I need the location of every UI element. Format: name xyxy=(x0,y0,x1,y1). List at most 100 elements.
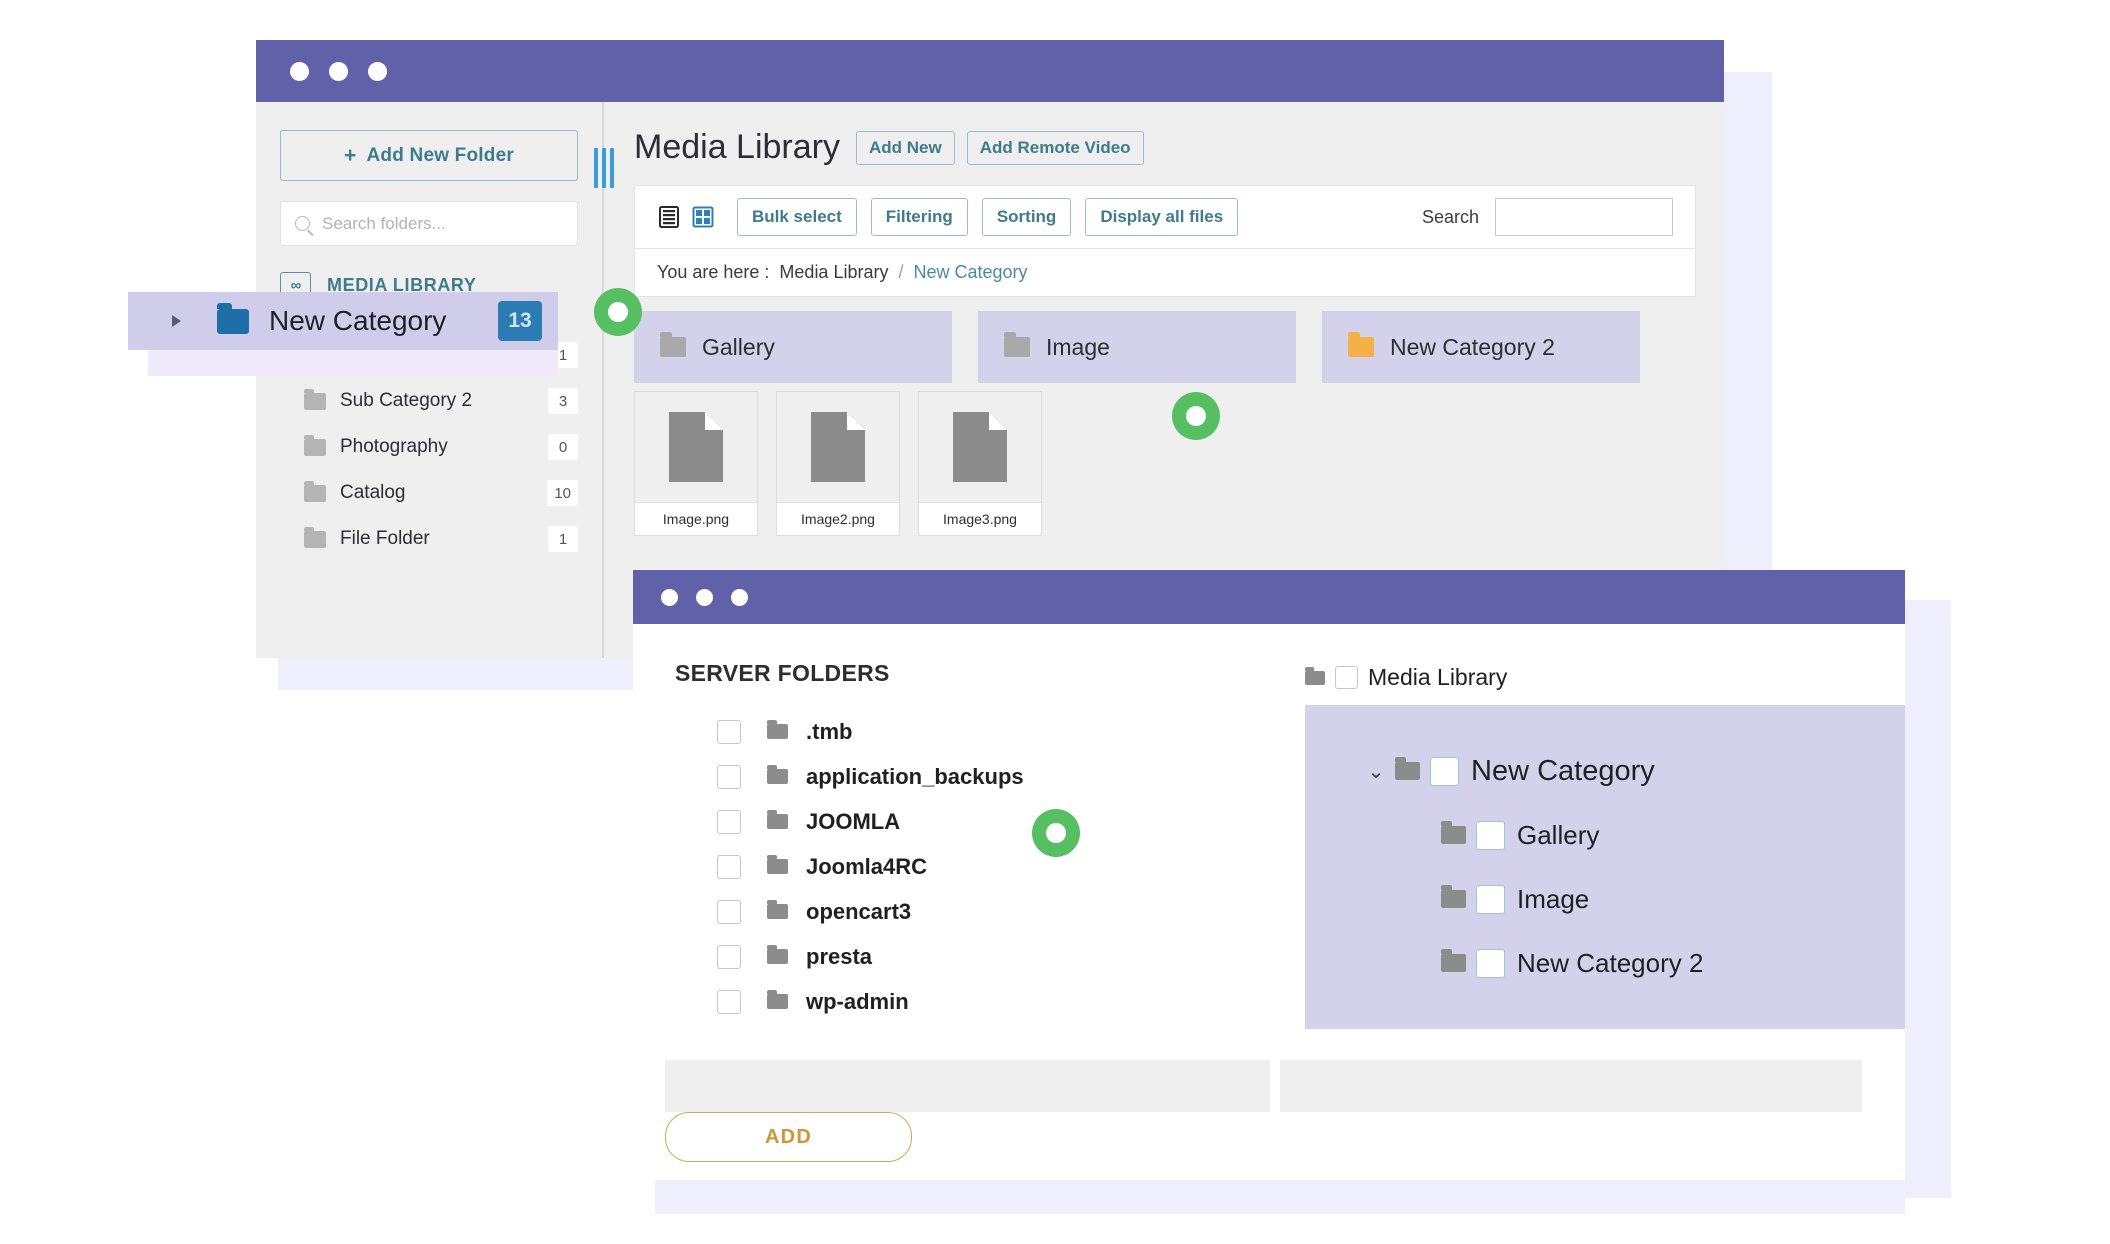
server-folder-checkbox[interactable] xyxy=(717,764,741,789)
file-name: Image.png xyxy=(635,502,757,535)
server-folder-row[interactable]: JOOMLA xyxy=(717,799,1277,844)
breadcrumb-prefix: You are here : xyxy=(657,262,770,282)
tree-row-new-category-2[interactable]: New Category 2 xyxy=(1365,931,1905,995)
search-icon xyxy=(295,216,310,231)
tree-checkbox[interactable] xyxy=(1476,820,1505,850)
add-remote-video-button[interactable]: Add Remote Video xyxy=(966,130,1144,165)
breadcrumb: You are here : Media Library / New Categ… xyxy=(634,249,1696,297)
chevron-down-icon[interactable]: ⌄ xyxy=(1365,759,1387,784)
folder-icon xyxy=(767,855,788,874)
sidebar-resize-handle[interactable] xyxy=(594,148,614,188)
folder-icon xyxy=(767,810,788,829)
window-titlebar-top xyxy=(256,40,1724,102)
window-dot-1[interactable] xyxy=(661,588,678,606)
selected-folder-row-shadow xyxy=(148,350,558,376)
tree-root-media-library[interactable]: Media Library xyxy=(1305,664,1905,691)
tree-checkbox[interactable] xyxy=(1476,948,1505,978)
folder-icon xyxy=(1348,332,1374,357)
add-button[interactable]: ADD xyxy=(665,1112,912,1162)
window-dot-3[interactable] xyxy=(731,588,748,606)
folder-icon xyxy=(304,434,326,456)
resize-grip-bar xyxy=(602,148,606,188)
add-new-folder-label: Add New Folder xyxy=(366,144,514,166)
server-folder-row[interactable]: .tmb xyxy=(717,709,1277,754)
server-folder-row[interactable]: presta xyxy=(717,934,1277,979)
sorting-button[interactable]: Sorting xyxy=(981,198,1072,236)
search-folders-input[interactable]: Search folders... xyxy=(280,201,578,246)
server-folder-label: presta xyxy=(806,943,873,969)
file-item[interactable]: Image.png xyxy=(634,391,758,536)
window-dot-2[interactable] xyxy=(329,61,348,81)
server-folder-row[interactable]: wp-admin xyxy=(717,979,1277,1024)
tree-row-new-category[interactable]: ⌄ New Category xyxy=(1365,739,1905,803)
folder-card-new-category-2[interactable]: New Category 2 xyxy=(1322,311,1640,383)
tree-item-label: New Category xyxy=(1471,754,1655,787)
tree-item-label: Image xyxy=(1517,883,1590,914)
bulk-select-button[interactable]: Bulk select xyxy=(737,198,857,236)
collapsed-caret-icon[interactable] xyxy=(172,315,181,327)
tree-checkbox[interactable] xyxy=(1476,884,1505,914)
folder-card-gallery[interactable]: Gallery xyxy=(634,311,952,383)
file-item[interactable]: Image2.png xyxy=(776,391,900,536)
search-input[interactable] xyxy=(1495,198,1673,236)
shadow-layer-bottom-base xyxy=(655,1180,1905,1214)
tree-row-gallery[interactable]: Gallery xyxy=(1365,803,1905,867)
sidebar-folder-row[interactable]: Photography 0 xyxy=(280,424,578,470)
file-grid: Image.png Image2.png Image3.png xyxy=(634,391,1696,536)
server-folders-title: SERVER FOLDERS xyxy=(675,660,890,686)
server-folder-label: wp-admin xyxy=(806,988,909,1014)
breadcrumb-current[interactable]: New Category xyxy=(913,262,1027,283)
sidebar-folder-row[interactable]: File Folder 1 xyxy=(280,516,578,562)
server-folder-checkbox[interactable] xyxy=(717,854,741,879)
file-name: Image2.png xyxy=(777,502,899,535)
resize-grip-bar xyxy=(610,148,614,188)
folder-icon xyxy=(767,990,788,1009)
list-view-icon[interactable] xyxy=(657,205,681,229)
selected-folder-row[interactable]: New Category 13 xyxy=(128,292,558,350)
server-folder-checkbox[interactable] xyxy=(717,899,741,924)
folder-icon xyxy=(767,945,788,964)
window-dot-1[interactable] xyxy=(290,61,309,81)
document-icon xyxy=(953,412,1007,482)
folder-icon xyxy=(1441,949,1466,972)
sidebar-folder-row[interactable]: Sub Category 2 3 xyxy=(280,378,578,424)
sidebar-folder-row[interactable]: Catalog 10 xyxy=(280,470,578,516)
sidebar-folder-count: 3 xyxy=(548,388,578,414)
display-all-files-button[interactable]: Display all files xyxy=(1085,198,1239,236)
sidebar-folder-count: 0 xyxy=(548,434,578,460)
tree-row-image[interactable]: Image xyxy=(1365,867,1905,931)
folder-card-label: Image xyxy=(1046,333,1110,360)
folder-card-image[interactable]: Image xyxy=(978,311,1296,383)
tree-checkbox[interactable] xyxy=(1430,756,1459,786)
file-item[interactable]: Image3.png xyxy=(918,391,1042,536)
folder-card-list: Gallery Image New Category 2 xyxy=(634,311,1696,383)
filtering-button[interactable]: Filtering xyxy=(870,198,968,236)
window-dot-2[interactable] xyxy=(696,588,713,606)
server-folder-row[interactable]: application_backups xyxy=(717,754,1277,799)
server-folder-checkbox[interactable] xyxy=(717,809,741,834)
server-folder-row[interactable]: opencart3 xyxy=(717,889,1277,934)
sidebar-folder-count: 1 xyxy=(548,526,578,552)
server-folder-checkbox[interactable] xyxy=(717,719,741,744)
search-label: Search xyxy=(1421,206,1479,227)
shadow-layer-bottom-right xyxy=(1905,600,1951,1198)
marker-file-thumbnail xyxy=(1172,392,1220,440)
document-icon xyxy=(669,412,723,482)
add-new-folder-button[interactable]: + Add New Folder xyxy=(280,130,578,181)
server-folder-label: Joomla4RC xyxy=(806,853,928,879)
sidebar-folder-label: File Folder xyxy=(340,528,430,549)
file-thumbnail xyxy=(635,392,757,502)
server-folder-row[interactable]: Joomla4RC xyxy=(717,844,1277,889)
server-folder-label: JOOMLA xyxy=(806,808,901,834)
add-new-button[interactable]: Add New xyxy=(855,130,955,165)
tree-root-checkbox[interactable] xyxy=(1335,666,1358,689)
server-folder-label: .tmb xyxy=(806,718,853,744)
file-thumbnail xyxy=(919,392,1041,502)
server-folder-checkbox[interactable] xyxy=(717,944,741,969)
breadcrumb-root[interactable]: Media Library xyxy=(779,262,888,283)
window-dot-3[interactable] xyxy=(368,61,387,81)
server-folder-checkbox[interactable] xyxy=(717,989,741,1014)
footer-strip-right xyxy=(1280,1060,1862,1112)
grid-view-icon[interactable] xyxy=(691,205,715,229)
file-name: Image3.png xyxy=(919,502,1041,535)
